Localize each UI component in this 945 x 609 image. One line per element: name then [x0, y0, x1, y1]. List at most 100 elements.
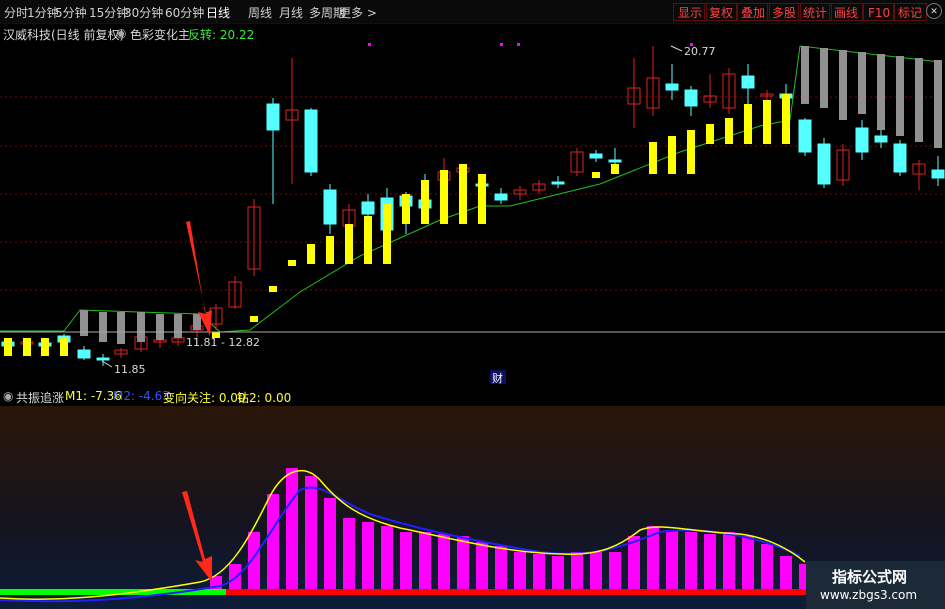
candle-body	[361, 201, 375, 215]
bear-bar-3	[137, 312, 145, 342]
timeframe-tab-8[interactable]: 月线	[279, 4, 303, 21]
candle-body	[551, 181, 565, 185]
oscillator-bar-8	[362, 522, 374, 589]
oscillator-bar-12	[438, 534, 450, 589]
candle-body	[323, 189, 337, 225]
close-icon[interactable]: ✕	[926, 3, 942, 19]
candle-6	[114, 348, 128, 358]
timeframe-tab-1[interactable]: 1分钟	[27, 4, 59, 21]
candle-13	[247, 199, 261, 276]
toolbar-button-4[interactable]: 统计	[798, 3, 833, 21]
oscillator-bar-17	[533, 554, 545, 589]
candle-38	[722, 68, 736, 114]
timeframe-tab-0[interactable]: 分时	[4, 4, 28, 21]
bull-bar-6	[345, 224, 353, 264]
bear-bar-9	[839, 50, 847, 120]
bull-bar-16	[649, 142, 657, 174]
bull-bar-22	[763, 100, 771, 144]
candle-body	[304, 109, 318, 173]
high-price-label: 20.77	[684, 45, 716, 58]
candle-body	[874, 135, 888, 143]
sub-toggle-icon[interactable]: ◉	[3, 389, 13, 403]
candle-body	[608, 159, 622, 163]
bull-bar-18	[687, 130, 695, 174]
candle-49	[931, 156, 945, 186]
oscillator-bar-25	[685, 532, 697, 589]
watermark-title: 指标公式网	[832, 568, 908, 586]
finance-badge[interactable]: 财	[492, 371, 503, 385]
timeframe-tab-2[interactable]: 5分钟	[55, 4, 87, 21]
candle-30	[570, 148, 584, 176]
oscillator-bar-21	[609, 552, 621, 589]
signal-marker-0	[368, 43, 371, 46]
candle-26	[494, 188, 508, 204]
candle-39	[741, 64, 755, 104]
oscillator-bar-28	[742, 536, 754, 589]
bull-bar-8	[383, 204, 391, 264]
candle-46	[874, 130, 888, 148]
bull-bar-left-3	[60, 338, 68, 356]
bull-bar-7	[364, 216, 372, 264]
timeframe-tab-4[interactable]: 30分钟	[124, 4, 163, 21]
bull-bar-23	[782, 94, 790, 144]
bull-bar-left-1	[23, 338, 31, 356]
oscillator-bar-29	[761, 544, 773, 589]
oscillator-bar-26	[704, 534, 716, 589]
bull-bar-3	[288, 260, 296, 266]
candle-body	[589, 153, 603, 159]
bull-bar-14	[592, 172, 600, 178]
toolbar-button-2[interactable]: 叠加	[736, 3, 771, 21]
candle-14	[266, 98, 280, 204]
timeframe-tab-7[interactable]: 周线	[248, 4, 272, 21]
sub-indicator-name[interactable]: 共振追涨	[16, 389, 64, 406]
timeframe-tab-10[interactable]: 更多 >	[339, 4, 377, 21]
bull-bar-15	[611, 164, 619, 174]
toolbar-button-7[interactable]: 标记	[893, 3, 928, 21]
candle-body	[893, 143, 907, 173]
range-label: 11.81 - 12.82	[186, 336, 260, 349]
candle-28	[532, 180, 546, 194]
trend-line	[0, 45, 941, 333]
oscillator-bar-7	[343, 518, 355, 589]
candlestick-chart[interactable]: 20.77 11.85 11.81 - 12.82 财	[0, 24, 945, 386]
candle-37	[703, 74, 717, 108]
candle-36	[684, 86, 698, 116]
bear-bar-4	[156, 314, 164, 340]
oscillator-bar-15	[495, 546, 507, 589]
toolbar-button-0[interactable]: 显示	[673, 3, 708, 21]
watermark-url: www.zbgs3.com	[820, 588, 918, 602]
oscillator-bar-16	[514, 552, 526, 589]
candle-body	[817, 143, 831, 185]
bull-bar-9	[402, 194, 410, 224]
timeframe-tab-6[interactable]: 日线	[206, 4, 230, 21]
signal-marker-1	[500, 43, 503, 46]
candle-body	[266, 103, 280, 131]
toolbar-button-6[interactable]: F10	[863, 3, 896, 21]
candle-48	[912, 160, 926, 190]
toolbar-button-1[interactable]: 复权	[704, 3, 739, 21]
bear-bar-7	[801, 46, 809, 104]
oscillator-bar-4	[286, 468, 298, 589]
bear-bar-12	[896, 56, 904, 136]
timeframe-tab-3[interactable]: 15分钟	[89, 4, 128, 21]
bull-bar-4	[307, 244, 315, 264]
timeframe-tab-5[interactable]: 60分钟	[165, 4, 204, 21]
toolbar-button-3[interactable]: 多股	[767, 3, 802, 21]
drill-value: 钻2: 0.00	[237, 391, 292, 405]
bull-bar-20	[725, 118, 733, 144]
bear-bar-1	[99, 312, 107, 342]
high-price-pointer	[670, 45, 683, 52]
oscillator-chart[interactable]	[0, 406, 945, 609]
candle-33	[627, 58, 641, 128]
candle-34	[646, 46, 660, 116]
bull-bar-2	[269, 286, 277, 292]
oscillator-bar-19	[571, 552, 583, 589]
oscillator-bar-13	[457, 536, 469, 589]
m2-value: M2: -4.63	[113, 389, 170, 403]
bear-bar-11	[877, 54, 885, 130]
oscillator-bar-18	[552, 556, 564, 589]
oscillator-bar-27	[723, 532, 735, 589]
toolbar-button-5[interactable]: 画线	[829, 3, 864, 21]
bear-bar-13	[915, 58, 923, 142]
candle-31	[589, 150, 603, 162]
